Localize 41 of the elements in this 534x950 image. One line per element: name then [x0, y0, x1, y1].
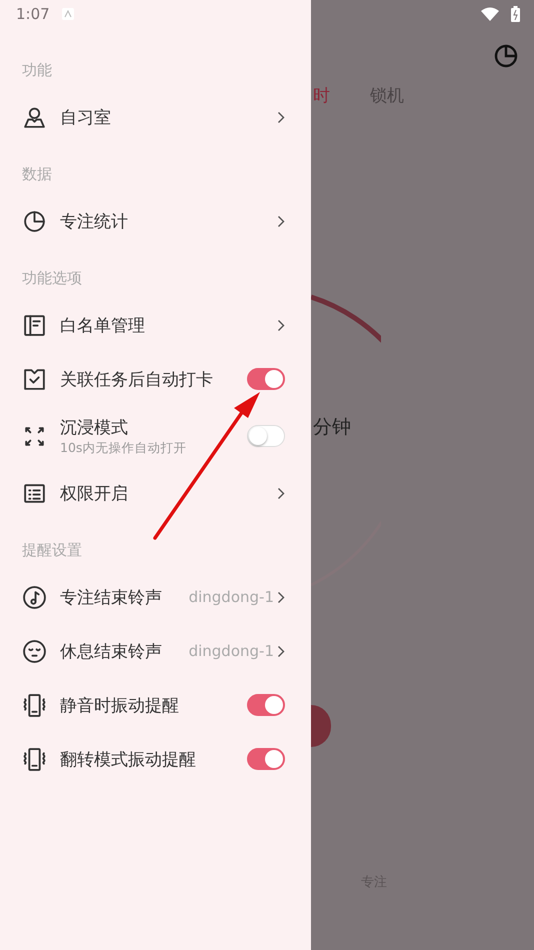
section-title: 功能选项: [21, 268, 83, 289]
section-title: 数据: [21, 164, 53, 185]
row-label[interactable]: 自习室: [60, 106, 277, 128]
row-label[interactable]: 专注统计: [60, 210, 277, 232]
row-icon: [22, 104, 47, 130]
row-label: 关联任务后自动打卡: [60, 368, 214, 390]
row-label[interactable]: 专注结束铃声: [60, 586, 189, 608]
battery-icon: [511, 6, 520, 22]
chevron-icon: [277, 110, 285, 124]
row-subtitle: 10s内无操作自动打开: [60, 440, 188, 456]
row-icon: [22, 746, 47, 772]
toggle-switch[interactable]: [247, 748, 285, 770]
toggle-switch[interactable]: [247, 368, 285, 390]
status-time: 1:07: [16, 5, 50, 23]
toggle-switch[interactable]: [247, 694, 285, 716]
row-icon: [22, 692, 47, 718]
row-label: 翻转模式振动提醒: [60, 748, 197, 770]
timer-unit: 分钟: [312, 415, 352, 440]
section-title: 功能: [21, 60, 53, 81]
row-icon: [22, 208, 47, 234]
section-title: 提醒设置: [21, 540, 83, 561]
chevron-icon: [277, 486, 285, 500]
start-button[interactable]: [311, 705, 331, 747]
row-label[interactable]: 权限开启: [60, 482, 277, 504]
value-text: dingdong-1: [188, 642, 274, 660]
notification-icon: [62, 8, 74, 20]
row-label: 沉浸模式: [60, 416, 129, 438]
row-icon: [22, 312, 47, 338]
row-label: 静音时振动提醒: [60, 694, 180, 716]
value-text: dingdong-1: [188, 588, 274, 606]
row-label[interactable]: 休息结束铃声: [60, 640, 189, 662]
row-icon: [22, 584, 47, 610]
row-icon: [22, 638, 47, 664]
row-icon: [22, 366, 47, 392]
row-label[interactable]: 白名单管理: [60, 314, 277, 336]
wifi-icon: [481, 7, 499, 21]
pie-chart-icon[interactable]: [494, 44, 518, 68]
chevron-icon: [277, 318, 285, 332]
chevron-icon: [277, 214, 285, 228]
chevron-icon: [277, 644, 285, 658]
chevron-icon: [277, 590, 285, 604]
